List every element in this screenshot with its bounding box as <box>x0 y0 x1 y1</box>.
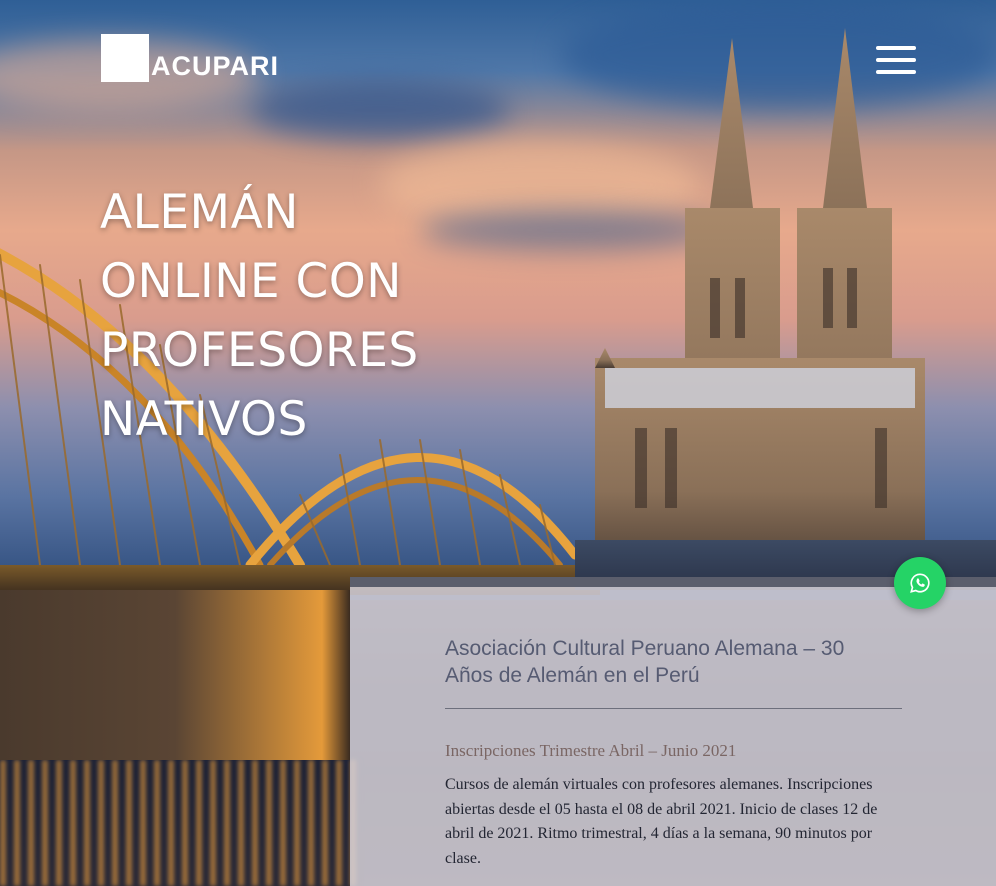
card-title[interactable]: Asociación Cultural Peruano Alemana – 30… <box>445 635 885 689</box>
site-logo[interactable]: ACUPARI <box>101 30 279 82</box>
card-body-text: Cursos de alemán virtuales con profesore… <box>445 776 878 867</box>
whatsapp-button[interactable] <box>894 557 946 609</box>
cathedral-illustration <box>595 28 925 580</box>
bridge-pier <box>0 590 350 760</box>
house-logo-icon <box>101 34 149 82</box>
card-subtitle: Inscripciones Trimestre Abril – Junio 20… <box>445 741 737 760</box>
whatsapp-icon <box>910 573 930 593</box>
hero-headline: ALEMÁN ONLINE CON PROFESORES NATIVOS <box>100 185 419 447</box>
logo-wordmark: ACUPARI <box>151 51 279 81</box>
hamburger-menu-icon[interactable] <box>876 46 916 78</box>
divider <box>445 708 902 709</box>
info-card: Asociación Cultural Peruano Alemana – 30… <box>350 587 996 886</box>
